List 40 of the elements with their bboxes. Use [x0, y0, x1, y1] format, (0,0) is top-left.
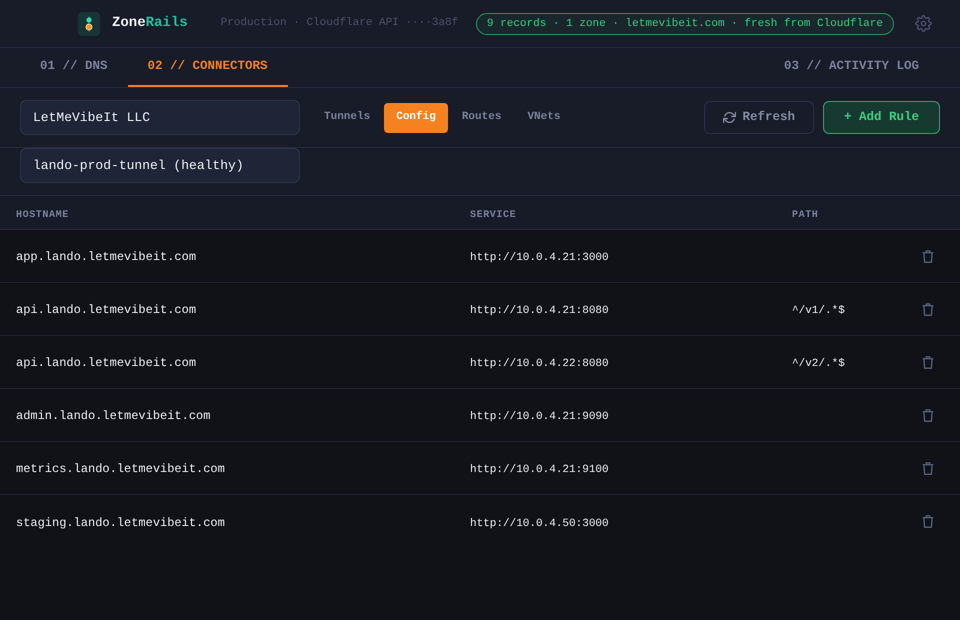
- service-cell: http://10.0.4.21:9100: [470, 464, 609, 476]
- refresh-icon: [723, 111, 736, 124]
- view-tab[interactable]: Config: [384, 102, 448, 132]
- column-header: HOSTNAME: [16, 210, 69, 220]
- refresh-button[interactable]: Refresh: [704, 101, 814, 134]
- trash-icon[interactable]: [922, 356, 934, 368]
- service-cell: http://10.0.4.21:3000: [470, 252, 609, 264]
- service-cell: http://10.0.4.21:9090: [470, 411, 609, 423]
- trash-icon[interactable]: [922, 250, 934, 262]
- hostname-cell: metrics.lando.letmevibeit.com: [16, 462, 225, 476]
- hostname-cell: api.lando.letmevibeit.com: [16, 356, 196, 370]
- connection-info: Production · Cloudflare API ····3a8f: [220, 16, 458, 32]
- status-badge: 9 records · 1 zone · letmevibeit.com · fresh from Cloudflare: [476, 12, 894, 34]
- add-rule-button[interactable]: + Add Rule: [822, 101, 940, 134]
- settings-icon[interactable]: [915, 15, 932, 32]
- path-cell: ^/v2/.*$: [792, 358, 845, 370]
- service-cell: http://10.0.4.21:8080: [470, 305, 609, 317]
- view-tab[interactable]: VNets: [515, 102, 572, 132]
- app-name: ZoneRails: [112, 14, 188, 33]
- trash-icon[interactable]: [922, 515, 934, 528]
- service-cell: http://10.0.4.22:8080: [470, 358, 609, 370]
- tunnel-select[interactable]: lando-prod-tunnel (healthy): [20, 148, 300, 183]
- trash-icon[interactable]: [922, 302, 934, 316]
- trash-icon[interactable]: [922, 462, 934, 474]
- nav-tab[interactable]: 02 // CONNECTORS: [128, 47, 288, 87]
- column-header: PATH: [792, 210, 818, 220]
- account-select[interactable]: LetMeVibeIt LLC: [20, 100, 300, 135]
- view-tab[interactable]: Tunnels: [312, 102, 382, 132]
- nav-tab[interactable]: 01 // DNS: [20, 47, 128, 87]
- trash-icon[interactable]: [922, 408, 934, 422]
- service-cell: http://10.0.4.50:3000: [470, 518, 609, 530]
- path-cell: ^/v1/.*$: [792, 305, 845, 317]
- hostname-cell: app.lando.letmevibeit.com: [16, 250, 196, 264]
- column-header: SERVICE: [470, 210, 516, 220]
- hostname-cell: api.lando.letmevibeit.com: [16, 303, 196, 317]
- view-tab[interactable]: Routes: [450, 102, 514, 132]
- hostname-cell: staging.lando.letmevibeit.com: [16, 516, 225, 530]
- logo-icon: [78, 12, 100, 36]
- hostname-cell: admin.lando.letmevibeit.com: [16, 409, 210, 423]
- nav-tab[interactable]: 03 // ACTIVITY LOG: [764, 47, 939, 87]
